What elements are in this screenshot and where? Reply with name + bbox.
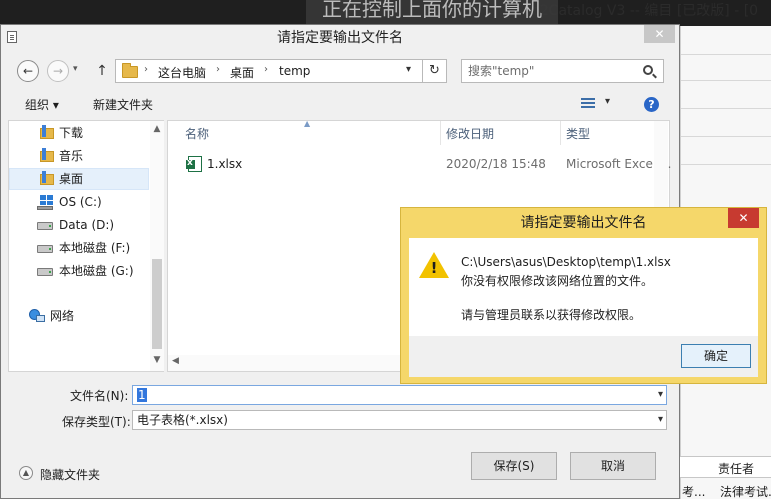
system-drive-icon xyxy=(37,195,53,210)
music-folder-icon xyxy=(40,148,54,162)
message-line-2: 请与管理员联系以获得修改权限。 xyxy=(461,308,642,322)
nav-item-label: Data (D:) xyxy=(59,218,115,232)
drive-icon xyxy=(37,268,53,276)
dialog-close-button[interactable]: ✕ xyxy=(644,25,675,43)
chevron-right-icon[interactable]: › xyxy=(144,64,148,75)
file-row[interactable]: 1.xlsx 2020/2/18 15:48 Microsoft Excel .… xyxy=(168,152,671,176)
filename-combobox[interactable]: 1 ▾ xyxy=(132,385,667,405)
filename-label: 文件名(N): xyxy=(70,389,129,403)
remote-control-banner: 正在控制上面你的计算机 xyxy=(306,0,558,24)
forward-button[interactable]: → xyxy=(47,60,69,82)
dialog-toolbar: 组织 ▾ 新建文件夹 ▾ ? xyxy=(1,92,679,118)
drive-icon xyxy=(37,222,53,230)
chevron-up-icon: ▲ xyxy=(19,466,33,480)
search-box[interactable] xyxy=(461,59,664,83)
back-button[interactable]: ← xyxy=(17,60,39,82)
filetype-label: 保存类型(T): xyxy=(62,415,131,429)
excel-file-icon xyxy=(186,156,202,172)
filetype-select[interactable]: 电子表格(*.xlsx) ▾ xyxy=(132,410,667,430)
scroll-up-icon[interactable]: ▲ xyxy=(152,124,162,134)
nav-item-local-disk-f[interactable]: 本地磁盘 (F:) xyxy=(9,237,149,259)
file-modified: 2020/2/18 15:48 xyxy=(446,157,546,171)
message-box-title: 请指定要输出文件名 xyxy=(520,215,647,231)
sort-ascending-icon: ▲ xyxy=(304,119,311,128)
column-divider[interactable] xyxy=(560,121,561,145)
background-cell: 法律考试... xyxy=(720,485,771,499)
nav-item-label: 网络 xyxy=(50,309,75,323)
organize-button[interactable]: 组织 ▾ xyxy=(25,96,59,113)
permission-error-dialog: 请指定要输出文件名 ✕ ! C:\Users\asus\Desktop\temp… xyxy=(400,207,767,384)
scroll-down-icon[interactable]: ▼ xyxy=(152,355,162,365)
dialog-title-bar: 请指定要输出文件名 ✕ xyxy=(1,25,679,49)
chevron-right-icon[interactable]: › xyxy=(264,64,268,75)
file-name: 1.xlsx xyxy=(207,157,243,171)
view-dropdown-icon[interactable]: ▾ xyxy=(605,96,610,107)
view-options-icon[interactable] xyxy=(581,98,595,109)
nav-item-network[interactable]: 网络 xyxy=(9,305,149,327)
nav-item-music[interactable]: 音乐 xyxy=(9,145,149,167)
nav-item-local-disk-g[interactable]: 本地磁盘 (G:) xyxy=(9,260,149,282)
navigation-pane: 下载 音乐 桌面 OS (C:) Data (D:) 本地磁盘 (F:) 本地磁… xyxy=(8,120,164,372)
recent-chevron-down-icon[interactable]: ▾ xyxy=(73,64,78,74)
nav-item-label: OS (C:) xyxy=(59,195,102,209)
nav-item-downloads[interactable]: 下载 xyxy=(9,122,149,144)
message-path: C:\Users\asus\Desktop\temp\1.xlsx xyxy=(461,255,671,269)
warning-exclamation: ! xyxy=(430,259,438,277)
navigation-pane-scrollbar[interactable]: ▲ ▼ xyxy=(150,121,164,371)
nav-item-label: 本地磁盘 (G:) xyxy=(59,264,134,278)
folder-icon xyxy=(122,63,138,78)
breadcrumb-desktop[interactable]: 桌面 xyxy=(230,64,254,81)
chevron-right-icon[interactable]: › xyxy=(216,64,220,75)
scroll-left-icon[interactable]: ◀ xyxy=(172,356,179,366)
nav-item-data-d[interactable]: Data (D:) xyxy=(9,214,149,236)
new-folder-button[interactable]: 新建文件夹 xyxy=(93,96,153,113)
column-header-author: 责任者 xyxy=(718,462,755,476)
nav-item-os-c[interactable]: OS (C:) xyxy=(9,191,149,213)
filename-input[interactable]: 1 xyxy=(137,388,147,402)
message-box-body: ! C:\Users\asus\Desktop\temp\1.xlsx 你没有权… xyxy=(409,238,758,336)
address-dropdown-icon[interactable]: ▾ xyxy=(406,64,411,75)
nav-item-label: 本地磁盘 (F:) xyxy=(59,241,131,255)
cancel-button[interactable]: 取消 xyxy=(570,452,656,480)
nav-item-label: 音乐 xyxy=(59,149,84,163)
nav-item-desktop[interactable]: 桌面 xyxy=(9,168,149,190)
background-table-header: 责任者 xyxy=(680,456,771,478)
up-button[interactable]: ↑ xyxy=(94,61,110,81)
search-input[interactable] xyxy=(468,63,638,79)
message-box-close-button[interactable]: ✕ xyxy=(728,208,759,228)
chevron-down-icon[interactable]: ▾ xyxy=(658,389,663,400)
column-header-date-modified[interactable]: 修改日期 xyxy=(446,125,494,142)
column-header-name[interactable]: 名称 xyxy=(185,125,209,142)
column-divider[interactable] xyxy=(440,121,441,145)
save-button[interactable]: 保存(S) xyxy=(471,452,557,480)
scrollbar-thumb[interactable] xyxy=(152,259,162,349)
filetype-value: 电子表格(*.xlsx) xyxy=(137,413,228,427)
network-icon xyxy=(29,309,45,323)
ok-button[interactable]: 确定 xyxy=(681,344,751,368)
breadcrumb-temp[interactable]: temp xyxy=(279,64,310,78)
hide-folders-toggle[interactable]: ▲ 隐藏文件夹 xyxy=(19,463,139,483)
hide-folders-label: 隐藏文件夹 xyxy=(40,468,101,482)
dialog-title: 请指定要输出文件名 xyxy=(277,30,403,46)
background-cell: 考... xyxy=(682,485,706,499)
nav-item-label: 下载 xyxy=(59,126,84,140)
help-icon[interactable]: ? xyxy=(644,97,659,112)
search-icon[interactable] xyxy=(643,65,653,75)
desktop-folder-icon xyxy=(40,171,54,185)
nav-item-label: 桌面 xyxy=(59,172,84,186)
address-bar[interactable]: › 这台电脑 › 桌面 › temp ▾ xyxy=(115,59,423,83)
chevron-down-icon[interactable]: ▾ xyxy=(658,414,663,425)
downloads-folder-icon xyxy=(40,125,54,139)
column-header-type[interactable]: 类型 xyxy=(566,125,590,142)
breadcrumb-this-pc[interactable]: 这台电脑 xyxy=(158,64,206,81)
refresh-button[interactable]: ↻ xyxy=(423,59,447,83)
drive-icon xyxy=(37,245,53,253)
message-line-1: 你没有权限修改该网络位置的文件。 xyxy=(461,274,654,288)
message-box-footer: 确定 xyxy=(409,336,758,377)
navigation-bar: ← → ▾ ↑ › 这台电脑 › 桌面 › temp ▾ ↻ xyxy=(1,58,679,84)
